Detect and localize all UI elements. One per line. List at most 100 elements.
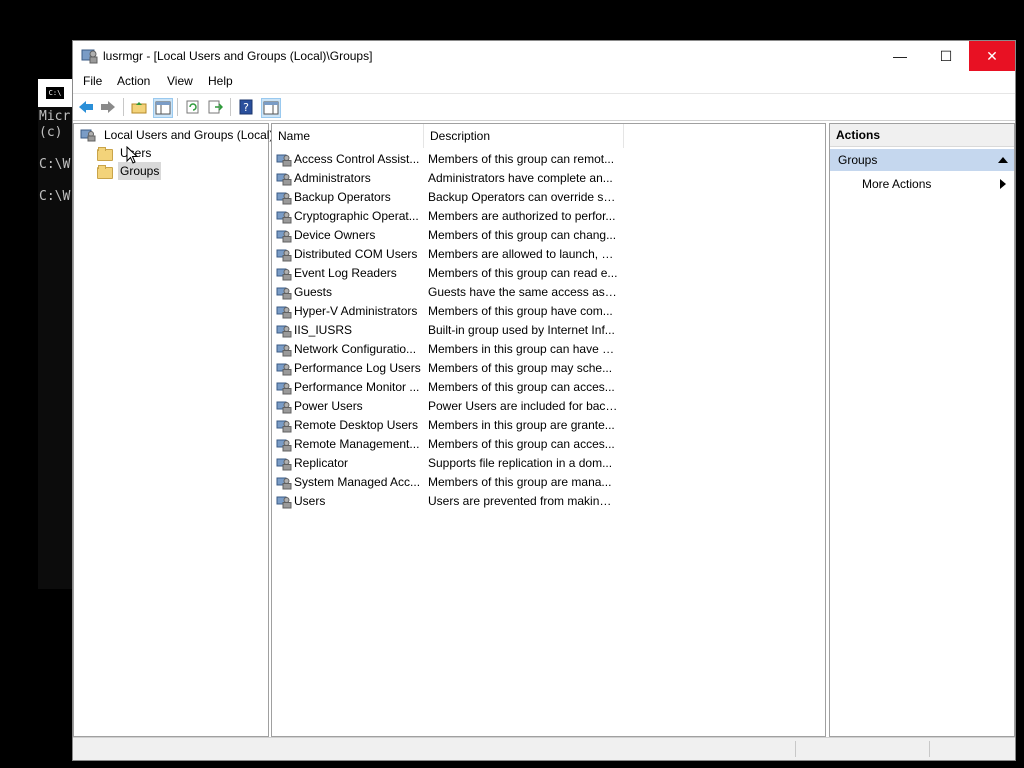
group-description: Members are authorized to perfor...: [428, 209, 616, 223]
group-icon: [276, 306, 292, 319]
table-row[interactable]: Remote Desktop Users Members in this grou…: [276, 416, 616, 435]
users-groups-icon: [80, 129, 96, 142]
group-icon: [276, 268, 292, 281]
group-description: Members of this group may sche...: [428, 361, 613, 375]
table-row[interactable]: System Managed Acc... Members of this gro…: [276, 473, 616, 492]
group-description: Power Users are included for back...: [428, 399, 618, 413]
column-header-name[interactable]: Name: [272, 124, 424, 148]
table-row[interactable]: Guests Guests have the same access as m..…: [276, 283, 618, 302]
group-name: Cryptographic Operat...: [294, 209, 419, 223]
console-window[interactable]: C:\ Micr (c) C:\W C:\W: [38, 79, 74, 589]
table-row[interactable]: Distributed COM Users Members are allowed…: [276, 245, 618, 264]
collapse-up-icon: [998, 157, 1008, 163]
groups-list-pane: Name Description Access Control Assist..…: [271, 123, 826, 737]
table-row[interactable]: Hyper-V Administrators Members of this gr…: [276, 302, 616, 321]
group-name: Guests: [294, 285, 333, 299]
group-icon: [276, 192, 292, 205]
group-icon: [276, 230, 292, 243]
group-description: Members of this group can remot...: [428, 152, 615, 166]
group-name: Device Owners: [294, 228, 376, 242]
group-description: Members of this group can chang...: [428, 228, 617, 242]
mouse-cursor-icon: [126, 146, 138, 164]
more-actions-item[interactable]: More Actions: [862, 174, 931, 194]
menu-action[interactable]: Action: [117, 74, 150, 88]
menu-file[interactable]: File: [83, 74, 102, 88]
table-row[interactable]: Event Log Readers Members of this group c…: [276, 264, 618, 283]
help-icon[interactable]: ?: [237, 98, 255, 116]
group-description: Members of this group have com...: [428, 304, 613, 318]
group-icon: [276, 173, 292, 186]
group-description: Members in this group are grante...: [428, 418, 615, 432]
folder-icon: [96, 146, 113, 161]
group-name: Network Configuratio...: [294, 342, 417, 356]
group-description: Members in this group can have s...: [428, 342, 618, 356]
group-description: Members of this group can read e...: [428, 266, 618, 280]
group-icon: [276, 249, 292, 262]
table-row[interactable]: Backup Operators Backup Operators can ove…: [276, 188, 618, 207]
show-hide-action-pane-icon[interactable]: [261, 98, 281, 118]
tree-item-groups-label: Groups: [118, 162, 162, 180]
group-name: Users: [294, 494, 326, 508]
table-row[interactable]: Remote Management... Members of this grou…: [276, 435, 616, 454]
toolbar: ?: [73, 93, 1015, 121]
group-description: Members of this group can acces...: [428, 380, 615, 394]
actions-header: Actions: [830, 124, 1014, 147]
back-arrow-icon[interactable]: [77, 98, 95, 116]
group-icon: [276, 496, 292, 509]
group-name: Access Control Assist...: [294, 152, 420, 166]
group-icon: [276, 287, 292, 300]
tree-item-root-label: Local Users and Groups (Local): [104, 128, 274, 142]
table-row[interactable]: Users Users are prevented from making ...: [276, 492, 618, 511]
console-text: Micr (c) C:\W C:\W: [39, 109, 71, 204]
column-header-description[interactable]: Description: [424, 124, 624, 148]
show-hide-console-tree-icon[interactable]: [153, 98, 173, 118]
maximize-button[interactable]: ☐: [923, 41, 969, 71]
group-name: Event Log Readers: [294, 266, 397, 280]
table-row[interactable]: Device Owners Members of this group can c…: [276, 226, 616, 245]
group-icon: [276, 458, 292, 471]
table-row[interactable]: Replicator Supports file replication in a…: [276, 454, 616, 473]
table-row[interactable]: IIS_IUSRS Built-in group used by Internet…: [276, 321, 616, 340]
lusrmgr-app-icon: [81, 49, 98, 64]
refresh-icon[interactable]: [184, 98, 202, 116]
table-row[interactable]: Performance Monitor ... Members of this g…: [276, 378, 616, 397]
group-name: Remote Management...: [294, 437, 420, 451]
group-icon: [276, 439, 292, 452]
up-folder-icon[interactable]: [130, 98, 148, 116]
console-titlebar[interactable]: C:\: [38, 79, 74, 107]
group-icon: [276, 401, 292, 414]
forward-arrow-icon[interactable]: [99, 98, 117, 116]
table-row[interactable]: Network Configuratio... Members in this g…: [276, 340, 618, 359]
group-name: Hyper-V Administrators: [294, 304, 418, 318]
table-row[interactable]: Administrators Administrators have comple…: [276, 169, 616, 188]
actions-section-groups[interactable]: Groups: [830, 149, 1014, 171]
menu-help[interactable]: Help: [208, 74, 233, 88]
table-row[interactable]: Performance Log Users Members of this gro…: [276, 359, 616, 378]
table-row[interactable]: Access Control Assist... Members of this …: [276, 150, 616, 169]
group-icon: [276, 344, 292, 357]
group-icon: [276, 420, 292, 433]
group-name: Administrators: [294, 171, 371, 185]
export-list-icon[interactable]: [206, 98, 224, 116]
svg-text:?: ?: [243, 101, 249, 114]
group-description: Built-in group used by Internet Inf...: [428, 323, 615, 337]
group-name: IIS_IUSRS: [294, 323, 353, 337]
menu-view[interactable]: View: [167, 74, 193, 88]
group-name: Distributed COM Users: [294, 247, 418, 261]
actions-section-label: Groups: [838, 153, 878, 167]
close-button[interactable]: ✕: [969, 41, 1015, 71]
group-name: Performance Log Users: [294, 361, 421, 375]
group-name: Replicator: [294, 456, 349, 470]
group-description: Administrators have complete an...: [428, 171, 613, 185]
table-row[interactable]: Cryptographic Operat... Members are autho…: [276, 207, 616, 226]
group-description: Users are prevented from making ...: [428, 494, 618, 508]
group-icon: [276, 211, 292, 224]
group-description: Guests have the same access as m...: [428, 285, 618, 299]
title-bar[interactable]: lusrmgr - [Local Users and Groups (Local…: [73, 41, 1015, 71]
table-row[interactable]: Power Users Power Users are included for …: [276, 397, 618, 416]
minimize-button[interactable]: —: [877, 41, 923, 71]
group-description: Backup Operators can override se...: [428, 190, 618, 204]
group-description: Members of this group are mana...: [428, 475, 612, 489]
submenu-arrow-icon: [1000, 179, 1006, 189]
actions-pane: Actions Groups More Actions: [829, 123, 1015, 737]
